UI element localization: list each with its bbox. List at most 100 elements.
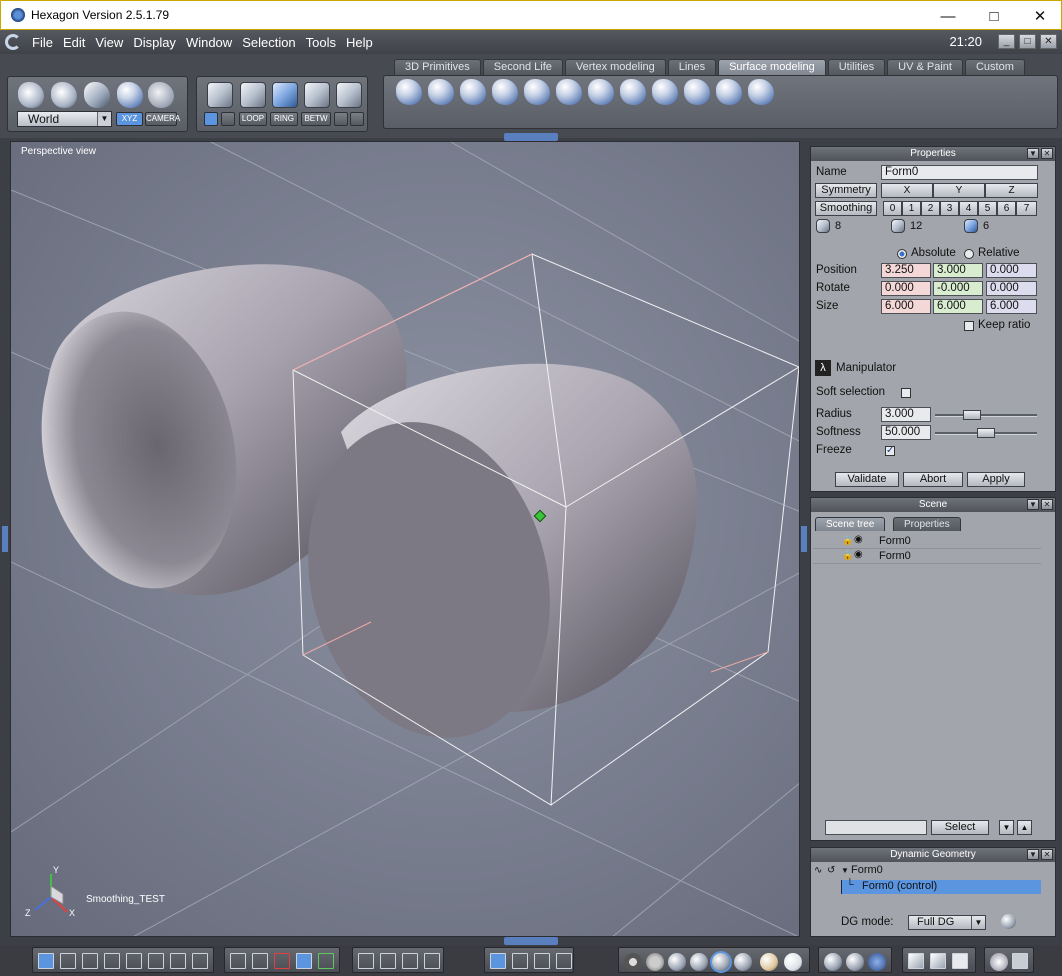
softness-field[interactable]: 50.000 xyxy=(881,425,931,440)
collapse-icon[interactable]: ▼ xyxy=(1027,849,1039,860)
menu-help[interactable]: Help xyxy=(341,35,378,50)
perspective-viewport[interactable]: Perspective view Smoothing_TEST Y X Z xyxy=(10,141,800,937)
dg-sphere-icon[interactable] xyxy=(1001,914,1016,929)
doc-minimize-button[interactable]: _ xyxy=(998,34,1015,49)
scene-search-input[interactable] xyxy=(825,820,927,835)
scene-select-button[interactable]: Select xyxy=(931,820,989,835)
between-button[interactable]: BETW xyxy=(301,112,331,126)
sym-z-button[interactable]: Z xyxy=(985,183,1038,198)
close-icon[interactable]: ✕ xyxy=(1041,499,1053,510)
grid-color-icon[interactable] xyxy=(274,953,290,969)
position-z-field[interactable]: 0.000 xyxy=(986,263,1037,278)
pick-pen-icon[interactable] xyxy=(221,112,235,126)
menu-display[interactable]: Display xyxy=(128,35,181,50)
close-button[interactable]: ✕ xyxy=(1017,1,1062,31)
absolute-radio[interactable] xyxy=(897,249,907,259)
auto-mode-icon[interactable] xyxy=(336,82,362,108)
smooth-level-7[interactable]: 7 xyxy=(1016,201,1037,216)
scene-tree-row[interactable]: 🔒 ◉ Form0 xyxy=(813,549,1041,564)
abort-button[interactable]: Abort xyxy=(903,472,963,487)
smooth-wire-sphere-icon[interactable] xyxy=(712,953,730,971)
right-panel-toggle[interactable] xyxy=(801,526,807,552)
sym-y-button[interactable]: Y xyxy=(933,183,985,198)
zoom-icon[interactable] xyxy=(402,953,418,969)
grid-icon[interactable] xyxy=(230,953,246,969)
tab-lines[interactable]: Lines xyxy=(667,59,717,75)
dg-root-item[interactable]: Form0 xyxy=(851,864,883,876)
symmetry-button[interactable]: Symmetry xyxy=(815,183,877,198)
layout-quad-icon[interactable] xyxy=(60,953,76,969)
radius-slider[interactable] xyxy=(935,410,1037,420)
magic-select-icon[interactable] xyxy=(117,82,143,108)
dg-mode-select[interactable]: Full DG ▼ xyxy=(908,915,986,930)
size-y-field[interactable]: 6.000 xyxy=(933,299,983,314)
size-z-field[interactable]: 6.000 xyxy=(986,299,1037,314)
left-panel-toggle[interactable] xyxy=(2,526,8,552)
layout-single-icon[interactable] xyxy=(38,953,54,969)
eye-icon[interactable]: ◉ xyxy=(854,534,863,545)
minimize-button[interactable]: — xyxy=(925,1,971,31)
rotate-x-field[interactable]: 0.000 xyxy=(881,281,931,296)
shell-icon[interactable] xyxy=(716,79,742,105)
face-mode-icon[interactable] xyxy=(304,82,330,108)
menu-selection[interactable]: Selection xyxy=(237,35,300,50)
close-icon[interactable]: ✕ xyxy=(1041,148,1053,159)
dg-curve-icon[interactable]: ∿ xyxy=(814,865,822,876)
pan-icon[interactable] xyxy=(380,953,396,969)
maximize-button[interactable]: □ xyxy=(971,1,1017,31)
top-panel-toggle[interactable] xyxy=(504,133,558,141)
collapse-icon[interactable]: ▼ xyxy=(1027,499,1039,510)
grid-active-icon[interactable] xyxy=(296,953,312,969)
curve-surface-icon[interactable] xyxy=(556,79,582,105)
smoothing-button[interactable]: Smoothing xyxy=(815,201,877,216)
light-3-icon[interactable] xyxy=(868,953,886,971)
smooth-level-4[interactable]: 4 xyxy=(959,201,978,216)
doc-restore-button[interactable]: □ xyxy=(1019,34,1036,49)
keep-ratio-checkbox[interactable] xyxy=(964,321,974,331)
collapse-icon[interactable]: ▼ xyxy=(1027,148,1039,159)
pick-brush-icon[interactable] xyxy=(204,112,218,126)
extrude-icon[interactable] xyxy=(492,79,518,105)
box-shaded-icon[interactable] xyxy=(930,953,946,969)
textured-sphere-icon[interactable] xyxy=(734,953,752,971)
position-y-field[interactable]: 3.000 xyxy=(933,263,983,278)
offset-icon[interactable] xyxy=(684,79,710,105)
move-icon[interactable] xyxy=(512,953,528,969)
layout-3-right-icon[interactable] xyxy=(170,953,186,969)
tab-vertex-modeling[interactable]: Vertex modeling xyxy=(564,59,666,75)
scale-icon[interactable] xyxy=(556,953,572,969)
radius-slider-knob[interactable] xyxy=(963,410,981,420)
light-1-icon[interactable] xyxy=(824,953,842,971)
smooth-level-0[interactable]: 0 xyxy=(883,201,902,216)
loft-icon[interactable] xyxy=(396,79,422,105)
box-display-icon[interactable] xyxy=(908,953,924,969)
tab-utilities[interactable]: Utilities xyxy=(827,59,886,75)
lock-icon[interactable]: 🔒 xyxy=(842,550,853,561)
book-icon[interactable] xyxy=(952,953,968,969)
lock-icon[interactable]: 🔒 xyxy=(842,535,853,546)
revolve-icon[interactable] xyxy=(428,79,454,105)
apply-button[interactable]: Apply xyxy=(967,472,1025,487)
shield-icon[interactable] xyxy=(588,79,614,105)
wireframe-sphere-icon[interactable] xyxy=(624,953,642,971)
render-sphere-icon[interactable] xyxy=(784,953,802,971)
camera-icon[interactable] xyxy=(1012,953,1028,969)
tab-uv-paint[interactable]: UV & Paint xyxy=(887,59,963,75)
dg-selected-row[interactable]: └ Form0 (control) xyxy=(841,879,1041,894)
scene-tree-row[interactable]: 🔒 ◉ Form0 xyxy=(813,534,1041,549)
universal-manipulator-icon[interactable] xyxy=(490,953,506,969)
smooth-icon[interactable] xyxy=(748,79,774,105)
tab-scene-tree[interactable]: Scene tree xyxy=(815,517,886,531)
rotate-y-field[interactable]: -0.000 xyxy=(933,281,983,296)
paint-select-icon[interactable] xyxy=(84,82,110,108)
tab-scene-properties[interactable]: Properties xyxy=(893,517,961,531)
sweep-icon[interactable] xyxy=(460,79,486,105)
soft-selection-checkbox[interactable] xyxy=(901,388,911,398)
material-sphere-icon[interactable] xyxy=(760,953,778,971)
close-icon[interactable]: ✕ xyxy=(1041,849,1053,860)
rotate-z-field[interactable]: 0.000 xyxy=(986,281,1037,296)
layout-split-3-icon[interactable] xyxy=(104,953,120,969)
ghost-select-icon[interactable] xyxy=(148,82,174,108)
softness-slider[interactable] xyxy=(935,428,1037,438)
softness-slider-knob[interactable] xyxy=(977,428,995,438)
